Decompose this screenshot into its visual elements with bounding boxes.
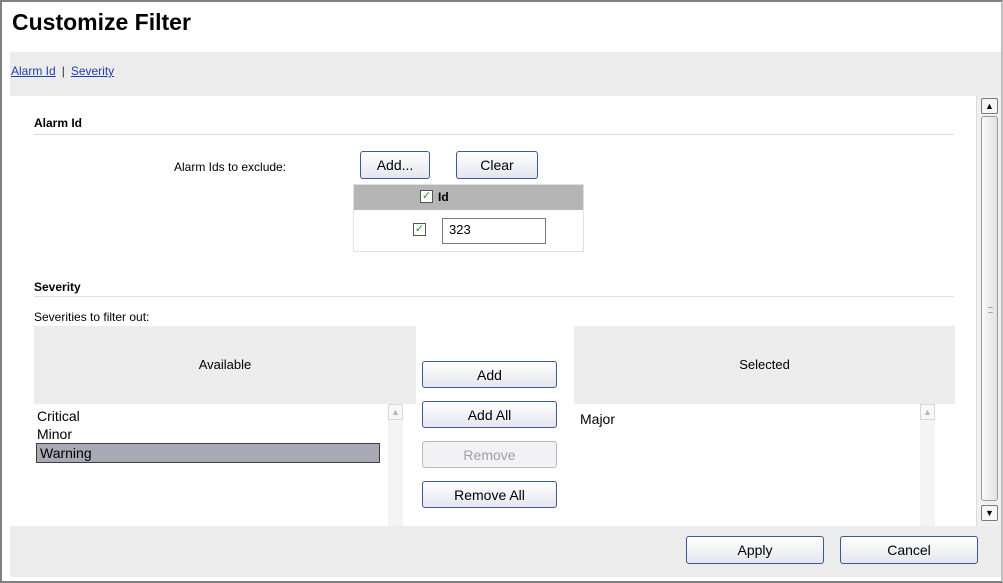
alarm-id-table: ✓ Id ✓ 323 [353,184,584,252]
alarm-id-divider [34,134,954,135]
add-alarm-id-button[interactable]: Add... [360,151,430,179]
selected-header: Selected [574,326,955,404]
nav-link-severity[interactable]: Severity [71,64,114,78]
checkmark-icon: ✓ [414,223,425,235]
id-column-header: Id [438,190,449,204]
selected-list-scrollbar[interactable]: ▲ [920,404,935,526]
section-nav-bar: Alarm Id | Severity [10,52,1001,96]
severities-filter-label: Severities to filter out: [34,310,150,324]
available-list-scrollbar[interactable]: ▲ [388,404,403,526]
dialog-footer: Apply Cancel [10,526,1001,577]
severity-divider [34,296,954,297]
alarm-id-section-title: Alarm Id [34,116,83,130]
row-checkbox[interactable]: ✓ [413,223,426,236]
alarm-id-table-header: ✓ Id [354,185,583,210]
checkmark-icon: ✓ [421,190,432,202]
nav-link-alarm-id[interactable]: Alarm Id [11,64,56,78]
select-all-checkbox[interactable]: ✓ [420,190,433,203]
scrollbar-thumb[interactable] [981,116,998,501]
available-severities-list[interactable]: Critical Minor Warning ▲ [34,404,416,526]
remove-severity-button[interactable]: Remove [422,441,557,468]
list-item-warning[interactable]: Warning [36,443,380,463]
alarm-id-field[interactable]: 323 [442,218,546,244]
apply-button[interactable]: Apply [686,536,824,564]
list-item-minor[interactable]: Minor [34,425,378,443]
list-item-major[interactable]: Major [577,410,917,428]
filter-content-panel: Alarm Id Alarm Ids to exclude: Add... Cl… [10,96,976,526]
add-severity-button[interactable]: Add [422,361,557,388]
grip-icon [988,307,993,313]
list-item-critical[interactable]: Critical [34,407,378,425]
cancel-button[interactable]: Cancel [840,536,978,564]
content-scrollbar[interactable]: ▲ ▼ [976,96,1001,526]
nav-separator: | [61,64,65,78]
scroll-up-arrow-icon[interactable]: ▲ [981,98,998,114]
scroll-up-arrow-icon[interactable]: ▲ [388,404,403,420]
scroll-up-arrow-icon[interactable]: ▲ [920,404,935,420]
severity-section-title: Severity [34,280,81,294]
scroll-down-arrow-icon[interactable]: ▼ [981,505,998,521]
available-header: Available [34,326,416,404]
selected-severities-list[interactable]: Major ▲ [574,404,955,526]
available-header-label: Available [198,357,252,372]
alarm-exclude-label: Alarm Ids to exclude: [174,160,287,174]
page-title: Customize Filter [12,9,191,35]
remove-all-severities-button[interactable]: Remove All [422,481,557,508]
clear-alarm-ids-button[interactable]: Clear [456,151,538,179]
selected-header-label: Selected [739,357,790,372]
add-all-severities-button[interactable]: Add All [422,401,557,428]
